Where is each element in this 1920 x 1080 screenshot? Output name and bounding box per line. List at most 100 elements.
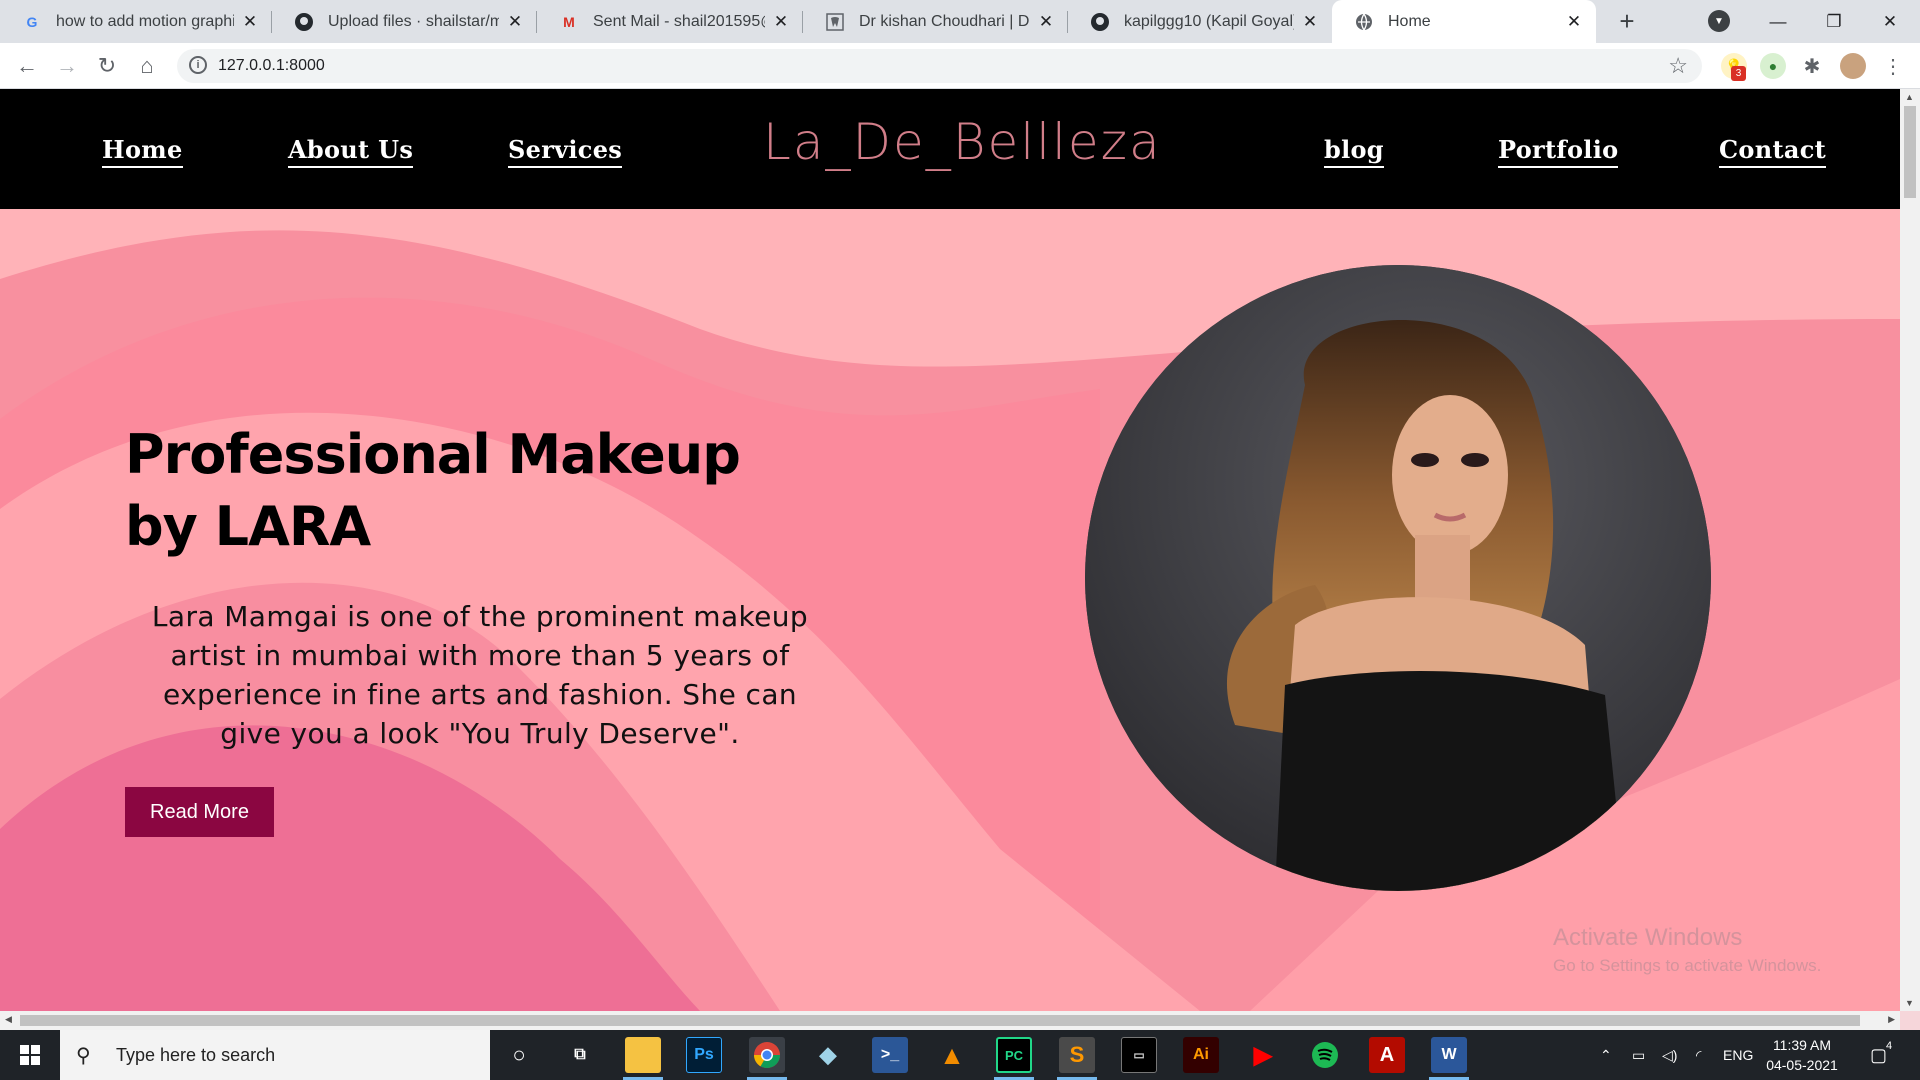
scroll-right-icon[interactable]: ▶ <box>1888 1014 1895 1025</box>
watermark-subtitle: Go to Settings to activate Windows. <box>1553 956 1822 975</box>
scroll-down-icon[interactable]: ▼ <box>1905 998 1914 1008</box>
more-menu-icon[interactable]: ⋮ <box>1880 53 1906 79</box>
spotify-icon[interactable] <box>1307 1037 1343 1073</box>
task-view-icon[interactable]: ⧉ <box>562 1037 598 1073</box>
volume-icon[interactable]: ◁) <box>1662 1030 1677 1080</box>
tab-strip: G how to add motion graphic ✕ Upload fil… <box>0 0 1920 43</box>
terminal-icon[interactable]: ▭ <box>1121 1037 1157 1073</box>
photoshop-icon[interactable]: Ps <box>686 1037 722 1073</box>
scroll-left-icon[interactable]: ◀ <box>5 1014 12 1025</box>
browser-tab[interactable]: kapilggg10 (Kapil Goyal) ✕ <box>1068 0 1332 43</box>
battery-icon[interactable]: ▭ <box>1632 1030 1645 1080</box>
close-icon[interactable]: ✕ <box>1564 12 1584 32</box>
taskbar-search[interactable]: ⚲ Type here to search <box>60 1030 490 1080</box>
globe-icon <box>1354 12 1374 32</box>
nav-link-blog[interactable]: blog <box>1324 135 1384 168</box>
tab-title: Home <box>1388 12 1431 30</box>
github-icon <box>294 12 314 32</box>
language-indicator[interactable]: ENG <box>1723 1030 1753 1080</box>
horizontal-scrollbar[interactable]: ◀ ▶ <box>0 1011 1900 1030</box>
file-explorer-icon[interactable] <box>625 1037 661 1073</box>
forward-icon[interactable]: → <box>52 51 82 81</box>
browser-toolbar: ← → ↻ ⌂ i 127.0.0.1:8000 ☆ 💡 ● ✱ ⋮ <box>0 43 1920 89</box>
browser-tab[interactable]: M Sent Mail - shail201595@gr ✕ <box>537 0 803 43</box>
browser-tab[interactable]: G how to add motion graphic ✕ <box>0 0 272 43</box>
tab-title: Sent Mail - shail201595@gr <box>593 12 765 30</box>
show-hidden-icons[interactable]: ⌃ <box>1600 1030 1612 1080</box>
cortana-icon[interactable]: ○ <box>501 1037 537 1073</box>
new-tab-button[interactable]: + <box>1612 6 1642 36</box>
hero-description: Lara Mamgai is one of the prominent make… <box>151 600 809 750</box>
clock-time: 11:39 AM <box>1772 1037 1832 1053</box>
close-icon[interactable]: ✕ <box>1036 12 1056 32</box>
app-crystal-icon[interactable]: ◆ <box>810 1037 846 1073</box>
pycharm-icon[interactable]: PC <box>996 1037 1032 1073</box>
tab-title: Upload files · shailstar/make <box>328 12 499 30</box>
github-icon <box>1090 12 1110 32</box>
tab-title: how to add motion graphic <box>56 12 234 30</box>
site-logo[interactable]: La_De_Bellleza <box>763 113 1162 171</box>
reload-icon[interactable]: ↻ <box>92 51 122 81</box>
windows-start-button[interactable] <box>0 1030 60 1080</box>
vlc-icon[interactable]: ▲ <box>934 1037 970 1073</box>
restore-button[interactable]: ❐ <box>1806 0 1862 43</box>
close-icon[interactable]: ✕ <box>505 12 525 32</box>
portrait-illustration <box>1085 265 1711 891</box>
google-icon: G <box>26 13 38 30</box>
close-icon[interactable]: ✕ <box>771 12 791 32</box>
close-icon[interactable]: ✕ <box>240 12 260 32</box>
close-window-button[interactable]: ✕ <box>1862 0 1918 43</box>
nav-link-services[interactable]: Services <box>508 135 623 168</box>
illustrator-icon[interactable]: Ai <box>1183 1037 1219 1073</box>
url-text[interactable]: 127.0.0.1:8000 <box>218 57 325 75</box>
acrobat-icon[interactable]: A <box>1369 1037 1405 1073</box>
nav-link-portfolio[interactable]: Portfolio <box>1498 135 1619 168</box>
scroll-up-icon[interactable]: ▲ <box>1905 92 1914 102</box>
nav-link-about[interactable]: About Us <box>288 135 414 168</box>
tab-title: kapilggg10 (Kapil Goyal) <box>1124 12 1294 30</box>
scrollbar-thumb[interactable] <box>1904 106 1916 198</box>
taskbar-clock[interactable]: 11:39 AM 04-05-2021 <box>1760 1035 1844 1075</box>
notification-count: 4 <box>1886 1040 1893 1052</box>
clock-date: 04-05-2021 <box>1766 1057 1838 1073</box>
tab-search-icon[interactable]: ▼ <box>1708 10 1730 32</box>
watermark-title: Activate Windows <box>1553 924 1743 951</box>
search-placeholder: Type here to search <box>116 1044 276 1065</box>
gmail-icon: M <box>563 13 575 30</box>
site-navbar: Home About Us Services La_De_Bellleza bl… <box>0 89 1900 209</box>
notification-center-icon[interactable]: ▢ <box>1870 1030 1887 1080</box>
extension-globe-icon[interactable]: ● <box>1760 53 1786 79</box>
nav-link-home[interactable]: Home <box>102 135 183 168</box>
site-info-icon[interactable]: i <box>189 56 207 74</box>
bookmark-star-icon[interactable]: ☆ <box>1668 53 1688 79</box>
word-icon[interactable]: W <box>1431 1037 1467 1073</box>
browser-tab-active[interactable]: Home ✕ <box>1332 0 1596 43</box>
windows-taskbar: ⚲ Type here to search ○ ⧉ Ps ◆ >_ ▲ PC S… <box>0 1030 1920 1080</box>
scrollbar-thumb[interactable] <box>20 1015 1860 1026</box>
activate-windows-watermark: Activate Windows Go to Settings to activ… <box>1553 924 1821 976</box>
tooth-icon <box>825 12 845 32</box>
vertical-scrollbar[interactable]: ▲ ▼ <box>1900 89 1920 1011</box>
browser-tab[interactable]: Upload files · shailstar/make ✕ <box>272 0 537 43</box>
read-more-button[interactable]: Read More <box>125 787 274 837</box>
minimize-button[interactable]: — <box>1750 0 1806 43</box>
search-icon: ⚲ <box>76 1044 91 1067</box>
home-icon[interactable]: ⌂ <box>132 51 162 81</box>
close-icon[interactable]: ✕ <box>1300 12 1320 32</box>
portrait-image <box>1085 265 1711 891</box>
nav-link-contact[interactable]: Contact <box>1719 135 1826 168</box>
windows-logo-icon <box>20 1045 40 1065</box>
hero-section: Professional Makeup by LARA Lara Mamgai … <box>0 209 1900 1011</box>
extension-badge: 3 <box>1731 66 1746 81</box>
avatar[interactable] <box>1840 53 1866 79</box>
youtube-icon[interactable]: ▶ <box>1245 1037 1281 1073</box>
powershell-icon[interactable]: >_ <box>872 1037 908 1073</box>
extensions-puzzle-icon[interactable]: ✱ <box>1799 53 1825 79</box>
browser-tab[interactable]: Dr kishan Choudhari | Denta ✕ <box>803 0 1068 43</box>
network-icon[interactable]: ◜ <box>1696 1030 1701 1080</box>
chrome-icon[interactable] <box>749 1037 785 1073</box>
tab-title: Dr kishan Choudhari | Denta <box>859 12 1030 30</box>
back-icon[interactable]: ← <box>12 51 42 81</box>
sublime-text-icon[interactable]: S <box>1059 1037 1095 1073</box>
address-bar[interactable]: i 127.0.0.1:8000 ☆ <box>177 49 1702 83</box>
